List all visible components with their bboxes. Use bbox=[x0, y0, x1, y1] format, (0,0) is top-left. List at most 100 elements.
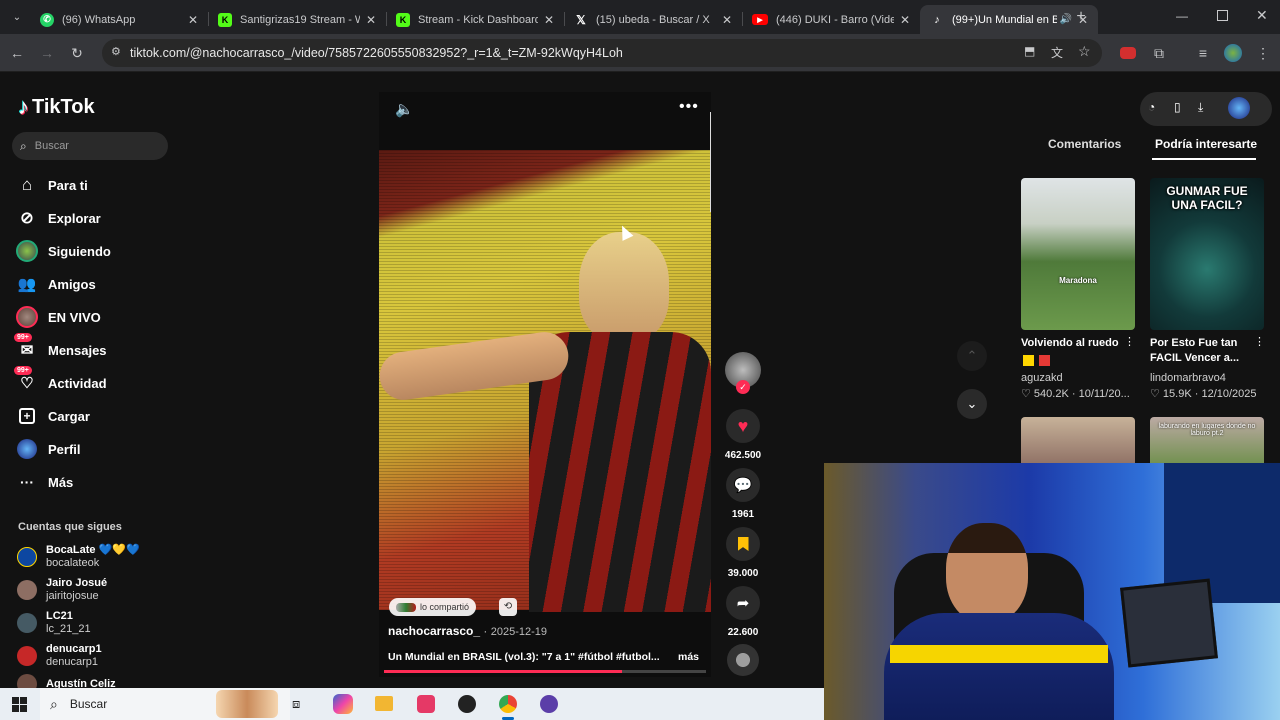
site-info-icon[interactable]: ⚙ bbox=[111, 45, 121, 58]
nav-mas[interactable]: ··· Más bbox=[16, 471, 73, 493]
nav-actividad[interactable]: ♡ 99+ Actividad bbox=[14, 366, 107, 394]
tab-kick-stream[interactable]: K Santigrizas19 Stream - Wa ✕ bbox=[208, 5, 386, 34]
obs-icon[interactable] bbox=[458, 695, 476, 713]
app-icon[interactable] bbox=[540, 695, 558, 713]
recommended-video-card[interactable]: GUNMAR FUE UNA FACIL? bbox=[1150, 178, 1264, 330]
nav-cargar[interactable]: + Cargar bbox=[16, 405, 90, 427]
nav-en-vivo[interactable]: EN VIVO bbox=[16, 306, 101, 328]
followed-account[interactable]: BocaLate 💙💛💙 bocalateok bbox=[17, 544, 140, 570]
bookmark-star-icon[interactable]: ☆ bbox=[1078, 43, 1091, 60]
mute-button[interactable]: 🔈 bbox=[395, 100, 414, 118]
share-button[interactable]: ➦ 22.600 bbox=[724, 586, 762, 638]
nav-para-ti[interactable]: ⌂ Para ti bbox=[16, 174, 88, 196]
nav-explorar[interactable]: ⊘ Explorar bbox=[16, 207, 100, 229]
tab-kick-dashboard[interactable]: K Stream - Kick Dashboard ✕ bbox=[386, 5, 564, 34]
video-scrollbar[interactable] bbox=[710, 112, 711, 212]
recommended-video-card[interactable] bbox=[1021, 417, 1135, 467]
caption-more-button[interactable]: más bbox=[678, 651, 699, 663]
webcam-jersey-stripe bbox=[890, 645, 1108, 663]
shared-by-chip[interactable]: lo compartió bbox=[389, 598, 477, 616]
device-icon[interactable]: ▯ bbox=[1174, 100, 1181, 114]
more-options-button[interactable]: ••• bbox=[679, 98, 699, 116]
search-box[interactable]: ⌕ Buscar bbox=[12, 132, 168, 160]
file-explorer-icon[interactable] bbox=[375, 696, 393, 711]
task-view-icon[interactable]: ⧈ bbox=[292, 696, 300, 712]
profile-avatar[interactable] bbox=[1222, 42, 1244, 64]
post-date: 2025-12-19 bbox=[490, 626, 548, 638]
card-author[interactable]: aguzakd bbox=[1021, 372, 1063, 384]
account-avatar[interactable] bbox=[1228, 97, 1250, 119]
recommended-video-card[interactable]: laburando en lugares donde no laburo pt.… bbox=[1150, 417, 1264, 467]
search-highlight-image bbox=[216, 690, 278, 718]
account-name: denucarp1 bbox=[46, 643, 102, 655]
card-title[interactable]: Por Esto Fue tan FACIL Vencer a... bbox=[1150, 336, 1255, 366]
maximize-button[interactable] bbox=[1217, 10, 1228, 21]
music-disc[interactable] bbox=[724, 644, 762, 676]
repost-icon[interactable]: ⟲ bbox=[499, 598, 517, 616]
nav-label: Más bbox=[48, 474, 74, 490]
card-author[interactable]: lindomarbravo4 bbox=[1150, 372, 1226, 384]
close-window-button[interactable]: ✕ bbox=[1256, 7, 1268, 24]
close-icon[interactable]: ✕ bbox=[544, 13, 554, 27]
forward-button[interactable]: → bbox=[36, 42, 58, 64]
card-menu-icon[interactable]: ⋮ bbox=[1254, 335, 1265, 348]
nav-mensajes[interactable]: ✉ 99+ Mensajes bbox=[14, 333, 107, 361]
author-name: nachocarrasco_ bbox=[388, 624, 481, 638]
copilot-icon[interactable] bbox=[333, 694, 353, 714]
close-icon[interactable]: ✕ bbox=[366, 13, 376, 27]
browser-menu-icon[interactable]: ⋮ bbox=[1252, 42, 1274, 64]
tiktok-logo[interactable]: ♪ TikTok bbox=[18, 94, 95, 120]
nav-label: Perfil bbox=[48, 441, 81, 457]
minimize-button[interactable]: — bbox=[1176, 9, 1188, 23]
address-bar[interactable]: ⚙ tiktok.com/@nachocarrasco_/video/75857… bbox=[102, 39, 1102, 67]
translate-icon[interactable]: 文 bbox=[1051, 44, 1063, 61]
tab-search-button[interactable]: ⌄ bbox=[8, 9, 26, 27]
chrome-icon[interactable] bbox=[499, 695, 517, 713]
extensions-puzzle-icon[interactable]: ⧉ bbox=[1148, 42, 1170, 64]
tab-comentarios[interactable]: Comentarios bbox=[1048, 137, 1121, 151]
followed-account[interactable]: LC21 lc_21_21 bbox=[17, 610, 91, 636]
webcam-frame bbox=[1120, 578, 1218, 668]
extension-icon[interactable] bbox=[1117, 42, 1139, 64]
app-icon[interactable] bbox=[417, 695, 435, 713]
nav-amigos[interactable]: 👥 Amigos bbox=[16, 273, 96, 295]
video-player[interactable]: 🔈 ••• lo compartió ⟲ nachocarrasco_ · 20… bbox=[379, 92, 711, 677]
previous-video-button[interactable]: ⌃ bbox=[957, 341, 987, 371]
followed-account[interactable]: denucarp1 denucarp1 bbox=[17, 643, 102, 669]
back-button[interactable]: ← bbox=[6, 42, 28, 64]
close-icon[interactable]: ✕ bbox=[188, 13, 198, 27]
card-title[interactable]: Volviendo al ruedo bbox=[1021, 336, 1126, 351]
comment-button[interactable]: 💬 1961 bbox=[724, 468, 762, 520]
new-tab-button[interactable]: + bbox=[1072, 8, 1090, 26]
get-coins-icon[interactable]: ◔ bbox=[1148, 100, 1155, 114]
tab-whatsapp[interactable]: ✆ (96) WhatsApp ✕ bbox=[30, 5, 208, 34]
followed-account[interactable]: Agustín Celiz bbox=[17, 674, 116, 688]
progress-track[interactable] bbox=[384, 670, 706, 673]
video-author[interactable]: nachocarrasco_ · 2025-12-19 bbox=[388, 624, 547, 638]
close-icon[interactable]: ✕ bbox=[722, 13, 732, 27]
windows-start-icon[interactable] bbox=[12, 697, 27, 712]
tab-x-search[interactable]: 𝕏 (15) ubeda - Buscar / X ✕ bbox=[564, 5, 742, 34]
follow-check-icon: ✓ bbox=[736, 380, 750, 394]
tab-youtube[interactable]: ▶ (446) DUKI - Barro (Video ✕ bbox=[742, 5, 920, 34]
author-avatar-button[interactable]: ✓ bbox=[724, 352, 762, 394]
card-menu-icon[interactable]: ⋮ bbox=[1124, 335, 1135, 348]
download-icon[interactable]: ⤓ bbox=[1198, 100, 1203, 115]
avatar bbox=[17, 613, 37, 633]
reload-button[interactable]: ↻ bbox=[66, 42, 88, 64]
next-video-button[interactable]: ⌄ bbox=[957, 389, 987, 419]
more-icon: ··· bbox=[20, 474, 34, 490]
install-app-icon[interactable]: ⬒ bbox=[1024, 44, 1035, 58]
media-control-icon[interactable]: ≡ bbox=[1192, 42, 1214, 64]
comment-icon: 💬 bbox=[733, 477, 753, 494]
nav-siguiendo[interactable]: Siguiendo bbox=[16, 240, 111, 262]
shared-avatars-icon bbox=[396, 602, 416, 612]
like-button[interactable]: ♥ 462.500 bbox=[724, 409, 762, 461]
recommended-video-card[interactable]: Maradona bbox=[1021, 178, 1135, 330]
tab-podria-interesarte[interactable]: Podría interesarte bbox=[1155, 137, 1257, 151]
followed-account[interactable]: Jairo Josué jairitojosue bbox=[17, 577, 107, 603]
audio-playing-icon[interactable]: 🔊 bbox=[1059, 14, 1071, 25]
close-icon[interactable]: ✕ bbox=[900, 13, 910, 27]
nav-perfil[interactable]: Perfil bbox=[16, 438, 81, 460]
save-button[interactable]: 39.000 bbox=[724, 527, 762, 579]
